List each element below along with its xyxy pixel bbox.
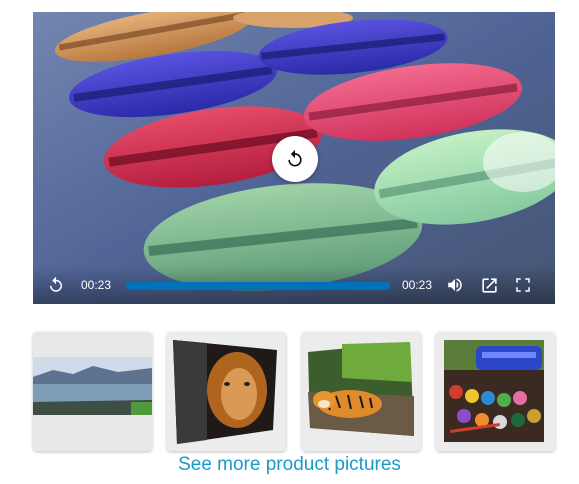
volume-button[interactable] [445, 276, 465, 294]
thumbnail-paint-pots[interactable] [436, 332, 555, 451]
external-link-icon [482, 278, 497, 293]
seek-bar-progress [126, 282, 390, 290]
tiger-canvas-image [302, 332, 421, 451]
video-player[interactable]: 00:23 00:23 [33, 12, 555, 304]
seek-bar[interactable] [126, 282, 390, 290]
fullscreen-icon [516, 278, 530, 292]
volume-icon [448, 278, 462, 292]
replay-control-button[interactable] [47, 276, 65, 294]
video-controls: 00:23 00:23 [33, 266, 555, 304]
popout-button[interactable] [480, 276, 499, 295]
current-time: 00:23 [81, 278, 112, 292]
replay-button[interactable] [272, 136, 318, 182]
thumbnail-lake-landscape[interactable] [33, 332, 152, 451]
lake-landscape-image [33, 332, 152, 451]
see-more-pictures-link[interactable]: See more product pictures [0, 454, 579, 476]
replay-icon [50, 276, 62, 292]
duration-time: 00:23 [402, 278, 433, 292]
paint-pots-canvas-image [436, 332, 555, 451]
thumbnail-lion[interactable] [167, 332, 286, 451]
lion-canvas-image [167, 332, 286, 451]
fullscreen-button[interactable] [514, 276, 532, 294]
replay-icon [288, 149, 302, 167]
thumbnail-gallery [33, 332, 555, 452]
thumbnail-tiger[interactable] [302, 332, 421, 451]
